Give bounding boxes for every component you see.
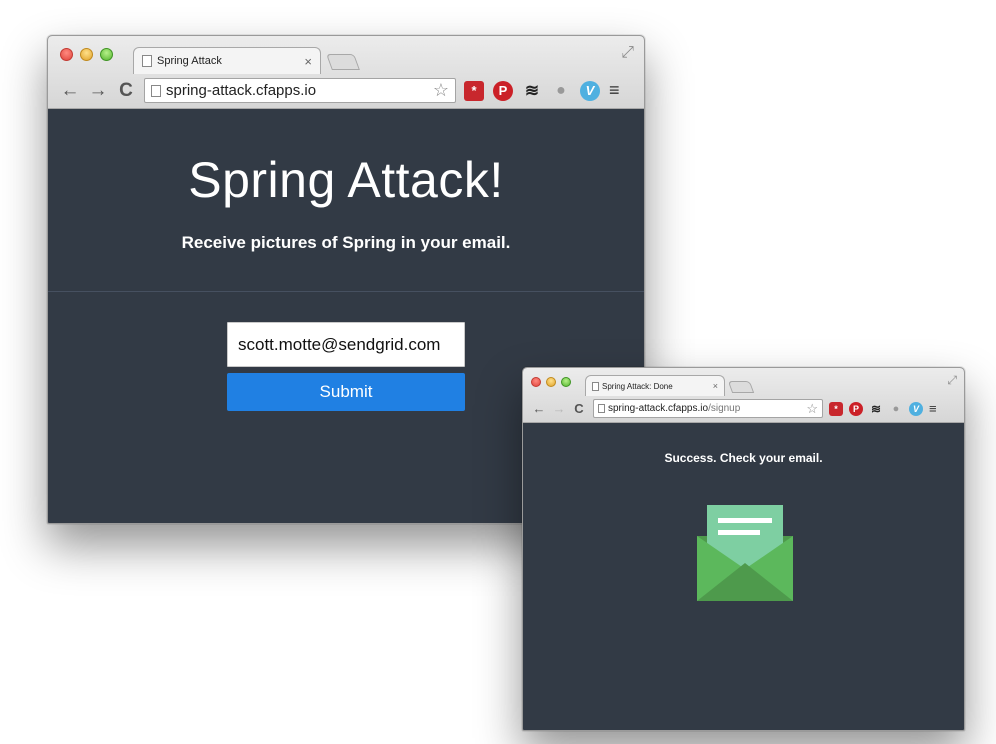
chrome-menu-icon[interactable]: ≡ (929, 401, 937, 416)
pinterest-icon[interactable]: P (493, 80, 513, 101)
browser-toolbar: ← → C spring-attack.cfapps.io ☆ * P ≋ ● … (48, 74, 644, 107)
vimeo-icon[interactable]: V (909, 401, 923, 416)
maximize-window-button[interactable] (100, 48, 113, 61)
success-message: Success. Check your email. (664, 451, 823, 465)
address-bar[interactable]: spring-attack.cfapps.io/signup ☆ (593, 399, 823, 418)
close-window-button[interactable] (531, 377, 541, 387)
buffer-icon[interactable]: ≋ (869, 402, 883, 416)
fullscreen-icon[interactable]: ⤢ (621, 44, 634, 62)
lastpass-icon[interactable]: * (464, 80, 484, 101)
forward-button[interactable]: → (84, 80, 112, 102)
tab-title: Spring Attack (157, 55, 222, 67)
tab-title: Spring Attack: Done (602, 381, 673, 391)
new-tab-button[interactable] (727, 381, 755, 393)
browser-tab[interactable]: Spring Attack × (133, 47, 321, 74)
extensions-bar: * P ≋ ● V ≡ (464, 80, 620, 101)
envelope-icon (697, 505, 793, 601)
page-subtitle: Receive pictures of Spring in your email… (181, 233, 511, 252)
page-icon (151, 84, 161, 97)
lastpass-icon[interactable]: * (829, 401, 843, 416)
browser-tab[interactable]: Spring Attack: Done × (585, 375, 725, 396)
new-tab-button[interactable] (326, 54, 360, 70)
reload-button[interactable]: C (112, 80, 140, 102)
speech-bubble-icon[interactable]: ● (889, 402, 903, 416)
page-title: Spring Attack! (188, 152, 504, 208)
browser-chrome: Spring Attack × ⤢ ← → C spring-attack.cf… (48, 36, 644, 109)
page-content: Success. Check your email. (523, 423, 964, 730)
page-icon (142, 55, 152, 67)
submit-button[interactable]: Submit (227, 373, 465, 411)
chrome-menu-icon[interactable]: ≡ (609, 80, 620, 101)
url-host: spring-attack.cfapps.io (608, 403, 709, 414)
tab-close-icon[interactable]: × (713, 381, 718, 391)
page-icon (592, 381, 599, 391)
address-bar[interactable]: spring-attack.cfapps.io ☆ (144, 78, 456, 103)
window-controls (60, 48, 113, 61)
pinterest-icon[interactable]: P (849, 401, 863, 416)
buffer-icon[interactable]: ≋ (522, 81, 542, 101)
extensions-bar: * P ≋ ● V ≡ (829, 401, 937, 416)
close-window-button[interactable] (60, 48, 73, 61)
vimeo-icon[interactable]: V (580, 80, 600, 101)
bookmark-star-icon[interactable]: ☆ (806, 401, 818, 417)
back-button[interactable]: ← (529, 401, 549, 416)
url-text[interactable]: spring-attack.cfapps.io/signup (608, 403, 806, 414)
email-field[interactable] (227, 322, 465, 367)
browser-chrome: Spring Attack: Done × ⤢ ← → C spring-att… (523, 368, 964, 423)
fullscreen-icon[interactable]: ⤢ (947, 373, 957, 388)
url-path: /signup (708, 403, 741, 414)
url-text[interactable]: spring-attack.cfapps.io (166, 82, 433, 99)
browser-toolbar: ← → C spring-attack.cfapps.io/signup ☆ *… (523, 396, 964, 421)
bookmark-star-icon[interactable]: ☆ (433, 80, 449, 101)
maximize-window-button[interactable] (561, 377, 571, 387)
forward-button[interactable]: → (549, 401, 569, 416)
divider (48, 291, 644, 292)
back-button[interactable]: ← (56, 80, 84, 102)
tab-close-icon[interactable]: × (304, 54, 312, 69)
reload-button[interactable]: C (569, 401, 589, 416)
minimize-window-button[interactable] (546, 377, 556, 387)
done-browser-window: Spring Attack: Done × ⤢ ← → C spring-att… (522, 367, 965, 731)
speech-bubble-icon[interactable]: ● (551, 81, 571, 101)
window-controls (531, 377, 571, 387)
page-icon (598, 404, 605, 413)
minimize-window-button[interactable] (80, 48, 93, 61)
